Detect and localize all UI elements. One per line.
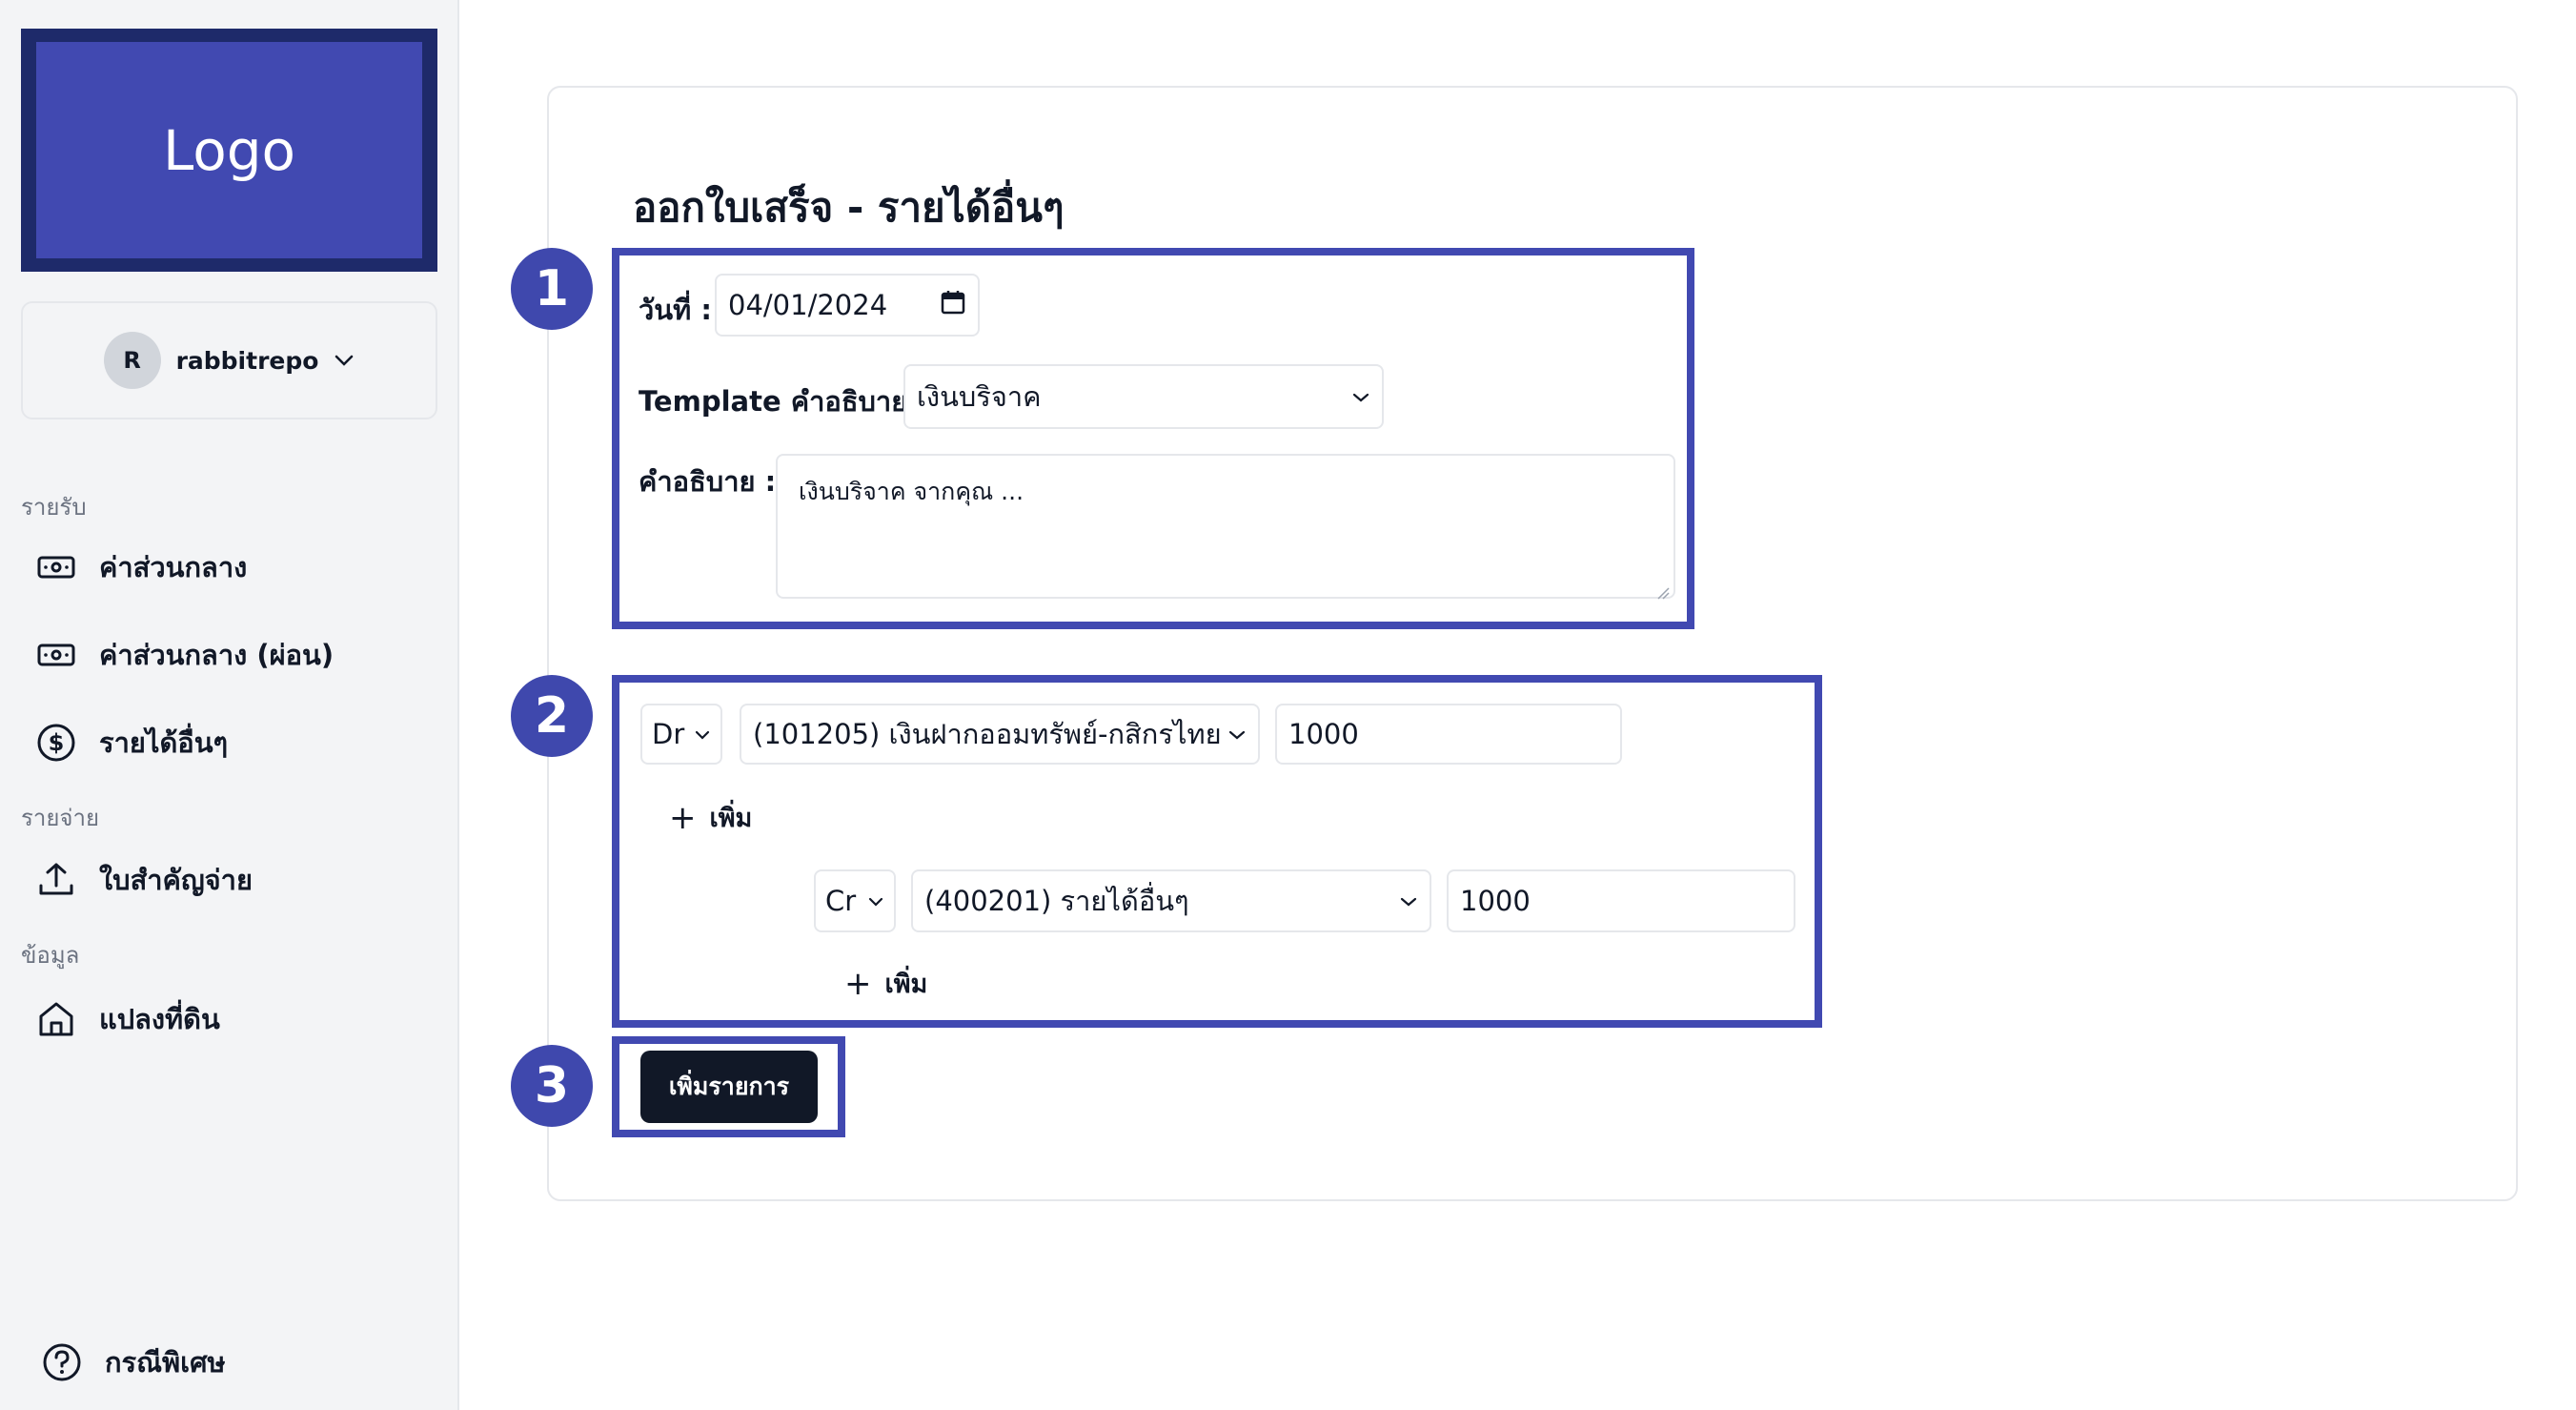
step-badge-1: 1 [511,248,593,330]
sidebar-item-payment-voucher[interactable]: ใบสำคัญจ่าย [34,858,253,902]
cash-icon [34,545,78,589]
home-icon [34,997,78,1041]
user-menu[interactable]: R rabbitrepo [21,301,437,419]
logo-text: Logo [162,117,296,183]
debit-amount-value: 1000 [1288,718,1359,750]
credit-side-value: Cr [825,885,857,917]
description-value: เงินบริจาค จากคุณ ... [799,478,1024,505]
add-credit-button[interactable]: + เพิ่ม [844,963,927,1004]
sidebar-item-special-case[interactable]: กรณีพิเศษ [40,1340,226,1384]
debit-account-value: (101205) เงินฝากออมทรัพย์-กสิกรไทย [753,718,1220,750]
chevron-down-icon [1399,889,1418,913]
sidebar-item-label: ใบสำคัญจ่าย [99,864,253,896]
chevron-down-icon [694,723,711,746]
username: rabbitrepo [175,346,319,375]
debit-side-value: Dr [652,718,685,750]
logo-inner: Logo [36,42,422,258]
debit-amount-input[interactable]: 1000 [1275,704,1622,765]
step-badge-2: 2 [511,675,593,757]
section-label-data: ข้อมูล [21,942,80,969]
chevron-down-icon [334,349,355,373]
credit-amount-value: 1000 [1460,885,1531,917]
add-entry-button[interactable]: เพิ่มรายการ [640,1051,818,1123]
sidebar: Logo R rabbitrepo รายรับ ค่าส่วนกลาง ค่า… [0,0,459,1410]
credit-side-select[interactable]: Cr [814,869,896,932]
sidebar-item-label: รายได้อื่นๆ [99,726,229,759]
add-credit-label: เพิ่ม [884,970,928,999]
section-label-income: รายรับ [21,494,87,521]
template-label: Template คำอธิบาย : [639,385,928,418]
section-label-expense: รายจ่าย [21,805,100,831]
upload-icon [34,858,78,902]
sidebar-item-label: ค่าส่วนกลาง [99,551,248,583]
sidebar-item-label: แปลงที่ดิน [99,1003,220,1035]
step-badge-3: 3 [511,1045,593,1127]
credit-account-select[interactable]: (400201) รายได้อื่นๆ [911,869,1431,932]
sidebar-item-common-fee[interactable]: ค่าส่วนกลาง [34,545,247,589]
resize-grip-icon[interactable] [1654,578,1670,600]
credit-account-value: (400201) รายได้อื่นๆ [924,885,1189,917]
template-value: เงินบริจาค [917,380,1042,413]
avatar: R [103,332,161,389]
help-circle-icon [40,1340,84,1384]
debit-side-select[interactable]: Dr [640,704,722,765]
add-debit-label: เพิ่ม [709,804,753,833]
page-title: ออกใบเสร็จ - รายได้อื่นๆ [633,184,1065,231]
chevron-down-icon [867,889,884,913]
calendar-icon[interactable] [940,289,966,322]
date-label: วันที่ : [639,294,712,326]
sidebar-item-land-plot[interactable]: แปลงที่ดิน [34,997,220,1041]
chevron-down-icon [1227,723,1247,746]
date-input[interactable]: 04/01/2024 [715,274,980,337]
cash-icon [34,633,78,677]
sidebar-item-other-income[interactable]: $ รายได้อื่นๆ [34,721,228,765]
sidebar-item-common-fee-installment[interactable]: ค่าส่วนกลาง (ผ่อน) [34,633,334,677]
add-debit-button[interactable]: + เพิ่ม [669,797,752,838]
sidebar-item-label: ค่าส่วนกลาง (ผ่อน) [99,639,335,671]
logo[interactable]: Logo [21,29,437,272]
sidebar-item-label: กรณีพิเศษ [105,1346,226,1379]
date-value: 04/01/2024 [728,289,888,321]
plus-icon: + [844,964,872,1003]
description-label: คำอธิบาย : [639,465,777,498]
template-select[interactable]: เงินบริจาค [903,364,1384,429]
chevron-down-icon [1351,385,1370,409]
description-textarea[interactable]: เงินบริจาค จากคุณ ... [776,454,1675,600]
plus-icon: + [669,798,697,837]
credit-amount-input[interactable]: 1000 [1447,869,1795,932]
dollar-circle-icon: $ [34,721,78,765]
debit-account-select[interactable]: (101205) เงินฝากออมทรัพย์-กสิกรไทย [740,704,1260,765]
svg-text:$: $ [49,729,65,756]
